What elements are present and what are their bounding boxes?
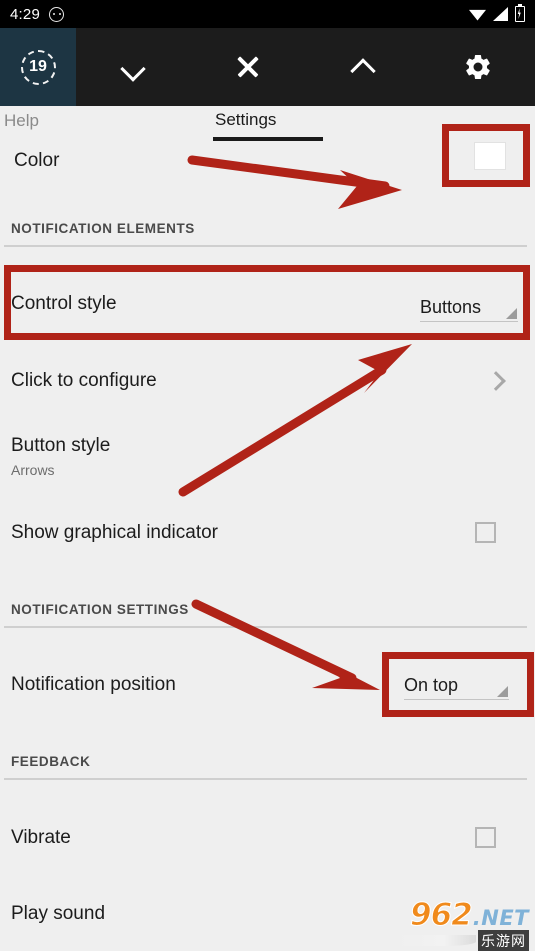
- row-click-to-configure[interactable]: Click to configure: [0, 360, 535, 402]
- row-vibrate[interactable]: Vibrate: [0, 817, 535, 859]
- row-click-to-configure-label: Click to configure: [11, 370, 157, 391]
- status-bar: 4:29: [0, 0, 535, 28]
- vibrate-checkbox[interactable]: [475, 827, 496, 848]
- android-settings-screen: 4:29 19 Help Settings Color NOTIFICATION…: [0, 0, 535, 951]
- section-header-notification-elements: NOTIFICATION ELEMENTS: [11, 221, 195, 236]
- control-style-spinner[interactable]: Buttons: [420, 290, 518, 322]
- divider-notification-elements: [4, 245, 527, 247]
- status-clock: 4:29: [10, 5, 40, 23]
- battery-charging-icon: [515, 3, 525, 22]
- tab-settings[interactable]: Settings: [215, 110, 276, 130]
- notification-position-spinner[interactable]: On top: [404, 668, 509, 700]
- row-color[interactable]: Color: [0, 138, 535, 184]
- row-vibrate-label: Vibrate: [11, 827, 71, 848]
- chevron-up-icon: [352, 56, 374, 78]
- show-graphical-indicator-checkbox[interactable]: [475, 522, 496, 543]
- section-header-notification-settings: NOTIFICATION SETTINGS: [11, 602, 189, 617]
- chevron-down-icon: [122, 56, 144, 78]
- watermark-chinese: 乐游网: [478, 929, 529, 951]
- row-button-style-label: Button style: [11, 435, 111, 456]
- chevron-right-icon: [489, 374, 502, 387]
- divider-notification-settings: [4, 626, 527, 628]
- control-style-value: Buttons: [420, 297, 482, 317]
- section-header-feedback: FEEDBACK: [11, 754, 91, 769]
- row-color-label: Color: [14, 150, 60, 171]
- cellular-signal-icon: [493, 7, 508, 21]
- chevron-down-icon: [506, 308, 517, 319]
- watermark-brand-row: 962 .NET: [410, 896, 529, 933]
- settings-button[interactable]: [420, 28, 535, 106]
- badge-count: 19: [20, 49, 56, 85]
- status-icons-group: [469, 3, 525, 22]
- row-button-style[interactable]: Button style: [0, 425, 535, 467]
- tab-help[interactable]: Help: [4, 111, 39, 131]
- row-show-graphical-indicator-label: Show graphical indicator: [11, 522, 219, 543]
- close-button[interactable]: [191, 28, 306, 106]
- notification-position-value: On top: [404, 675, 459, 695]
- chevron-down-icon: [497, 686, 508, 697]
- dnd-icon: [49, 6, 64, 22]
- watermark-tld: .NET: [472, 905, 529, 930]
- row-notification-position-label: Notification position: [11, 674, 176, 695]
- notification-badge-button[interactable]: 19: [0, 28, 76, 106]
- watermark-brand: 962: [410, 896, 474, 933]
- close-icon: [235, 54, 261, 80]
- watermark-swoosh-icon: [397, 935, 476, 946]
- chevron-up-button[interactable]: [306, 28, 421, 106]
- toolbar-actions: [76, 28, 535, 106]
- row-play-sound-label: Play sound: [11, 903, 106, 924]
- watermark-sub-row: 乐游网: [397, 929, 529, 951]
- row-button-style-subtitle: Arrows: [11, 462, 55, 478]
- row-show-graphical-indicator[interactable]: Show graphical indicator: [0, 512, 535, 554]
- color-swatch[interactable]: [474, 142, 506, 170]
- chevron-down-button[interactable]: [76, 28, 191, 106]
- gear-icon: [465, 54, 490, 80]
- site-watermark: 962 .NET 乐游网: [397, 896, 529, 951]
- app-toolbar: 19: [0, 28, 535, 106]
- tab-bar: Help Settings: [0, 106, 535, 141]
- wifi-icon: [469, 9, 486, 21]
- divider-feedback: [4, 778, 527, 780]
- row-control-style-label: Control style: [11, 293, 117, 314]
